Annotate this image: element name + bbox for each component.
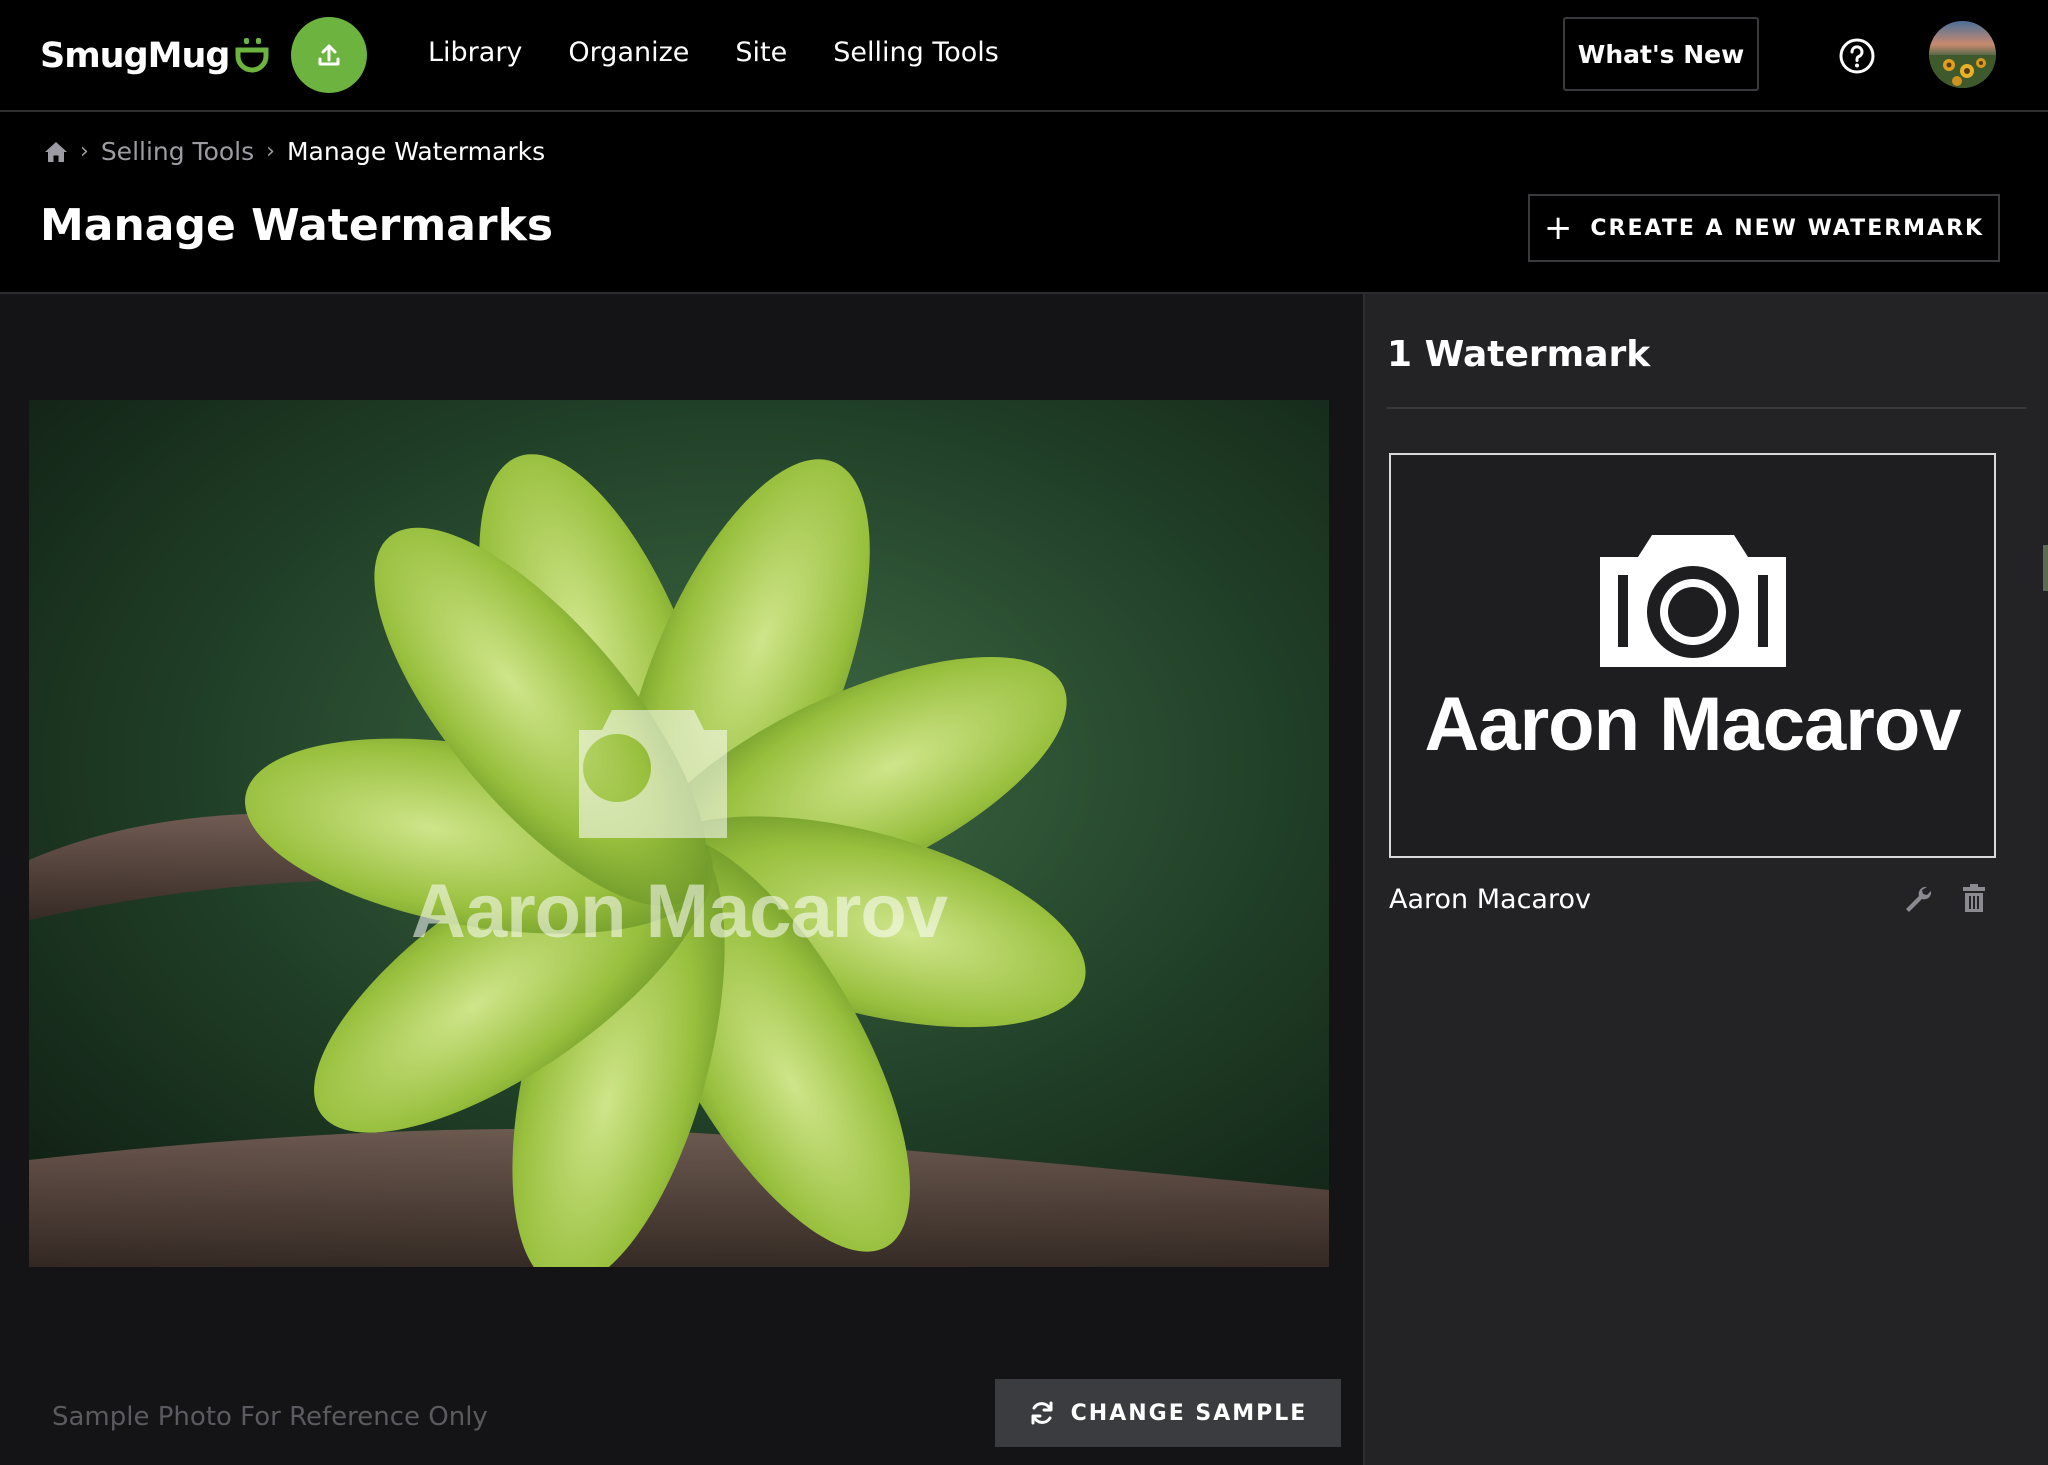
create-watermark-label: CREATE A NEW WATERMARK bbox=[1590, 215, 1985, 241]
chevron-right-icon: › bbox=[80, 139, 89, 164]
nav-library[interactable]: Library bbox=[428, 37, 522, 68]
upload-icon bbox=[318, 44, 340, 66]
create-watermark-button[interactable]: + CREATE A NEW WATERMARK bbox=[1528, 194, 2000, 262]
breadcrumb-selling-tools[interactable]: Selling Tools bbox=[101, 137, 254, 166]
scrollbar-thumb[interactable] bbox=[2043, 545, 2048, 591]
watermark-card[interactable]: Aaron Macarov bbox=[1389, 453, 1996, 858]
whats-new-button[interactable]: What's New bbox=[1563, 17, 1759, 91]
divider bbox=[1387, 407, 2027, 409]
sample-note: Sample Photo For Reference Only bbox=[52, 1402, 488, 1432]
watermark-name: Aaron Macarov bbox=[1389, 884, 1591, 915]
page-header: › Selling Tools › Manage Watermarks Mana… bbox=[0, 112, 2048, 294]
smugmug-logo[interactable]: SmugMug bbox=[40, 30, 269, 82]
breadcrumb: › Selling Tools › Manage Watermarks bbox=[44, 137, 545, 166]
change-sample-label: CHANGE SAMPLE bbox=[1070, 1400, 1308, 1426]
watermark-preview-area: Aaron Macarov Sample Photo For Reference… bbox=[0, 294, 1363, 1465]
brand-name: SmugMug bbox=[40, 36, 230, 76]
watermark-overlay-text: Aaron Macarov bbox=[410, 869, 948, 954]
watermark-count: 1 Watermark bbox=[1387, 334, 1651, 375]
chevron-right-icon: › bbox=[266, 139, 275, 164]
nav-selling-tools[interactable]: Selling Tools bbox=[833, 37, 999, 68]
main-nav: Library Organize Site Selling Tools bbox=[428, 37, 999, 68]
camera-icon bbox=[1600, 535, 1786, 667]
home-icon[interactable] bbox=[44, 141, 68, 163]
top-nav: SmugMug Library Organize Site Selling To… bbox=[0, 0, 2048, 112]
sample-photo: Aaron Macarov bbox=[29, 400, 1329, 1267]
trash-icon[interactable] bbox=[1962, 884, 1986, 912]
nav-site[interactable]: Site bbox=[735, 37, 787, 68]
page-title: Manage Watermarks bbox=[40, 200, 554, 251]
upload-button[interactable] bbox=[291, 17, 367, 93]
wrench-icon[interactable] bbox=[1903, 884, 1933, 914]
question-circle-icon[interactable] bbox=[1838, 37, 1876, 75]
watermark-card-text: Aaron Macarov bbox=[1424, 682, 1961, 767]
avatar[interactable] bbox=[1929, 21, 1996, 88]
refresh-icon bbox=[1031, 1401, 1053, 1425]
watermark-list-panel: 1 Watermark Aaron Macarov Aaron Macarov bbox=[1363, 294, 2048, 1465]
smugmug-face-icon bbox=[235, 37, 269, 75]
breadcrumb-current: Manage Watermarks bbox=[286, 137, 546, 166]
change-sample-button[interactable]: CHANGE SAMPLE bbox=[995, 1379, 1341, 1447]
nav-organize[interactable]: Organize bbox=[568, 37, 689, 68]
plus-icon: + bbox=[1543, 208, 1573, 248]
